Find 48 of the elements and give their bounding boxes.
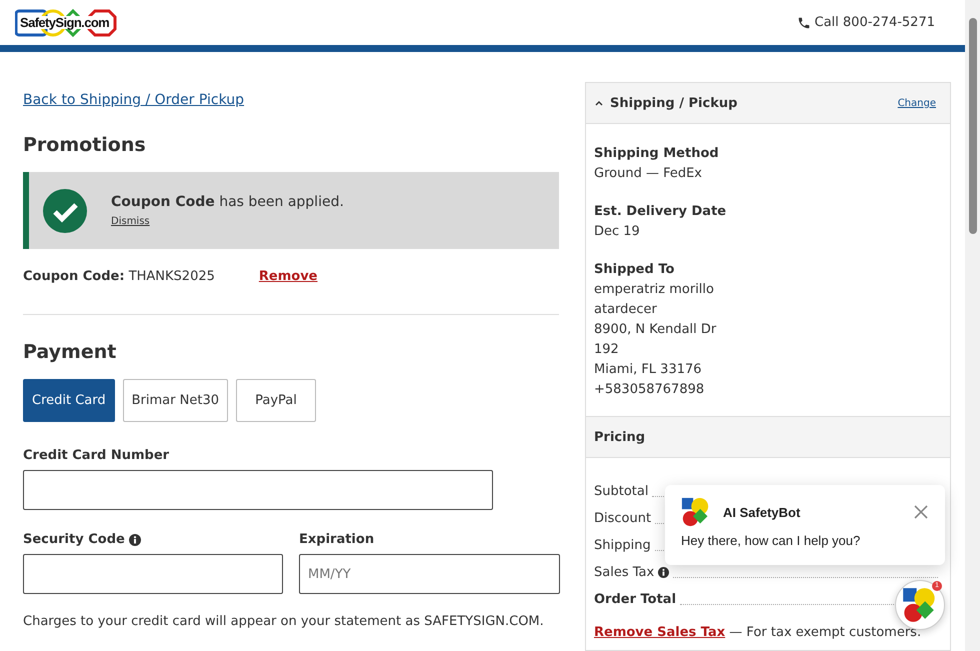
price-label: Shipping: [594, 538, 651, 553]
detail-value: Ground — FedEx: [594, 165, 704, 183]
info-icon: [128, 534, 141, 546]
remove-link[interactable]: Remove: [258, 269, 318, 284]
detail-value: atardecer: [594, 301, 658, 319]
bot-logo-icon: [681, 497, 711, 527]
detail-value: emperatriz morillo: [594, 281, 715, 299]
card-number-field[interactable]: [23, 470, 493, 510]
remove-tax-link[interactable]: Remove Sales Tax: [594, 625, 726, 640]
close-button[interactable]: [913, 504, 929, 520]
check-icon: [43, 188, 87, 232]
price-label: Sales Tax: [594, 565, 654, 580]
chat-message: Hey there, how can I help you?: [681, 533, 862, 548]
logo-text: SafetySign.com: [19, 16, 110, 28]
dismiss-link[interactable]: Dismiss: [111, 216, 344, 227]
panel-title[interactable]: Shipping / Pickup: [610, 96, 738, 110]
detail-label: Shipping Method: [594, 145, 720, 163]
price-label: Discount: [594, 511, 652, 526]
security-code-field[interactable]: [23, 554, 283, 594]
detail-value: 8900, N Kendall Dr: [594, 321, 718, 339]
expiration-field[interactable]: MM/YY: [299, 554, 560, 594]
phone-number[interactable]: Call 800-274-5271: [796, 15, 935, 30]
statement-note: Charges to your credit card will appear on your statement as SAFETYSIGN.COM.: [23, 614, 545, 629]
change-link[interactable]: Change: [898, 98, 936, 108]
section-heading: Payment: [23, 341, 118, 363]
coupon-code: Coupon Code: THANKS2025: [23, 269, 215, 284]
payment-method-tab[interactable]: PayPal: [236, 379, 316, 422]
scrollbar[interactable]: [965, 0, 980, 651]
detail-value: Dec 19: [594, 223, 641, 241]
field-label: Credit Card Number: [23, 448, 170, 463]
alert-message: Coupon Code has been applied.: [111, 194, 344, 210]
back-link[interactable]: Back to Shipping / Order Pickup: [23, 92, 559, 108]
detail-value: 192: [594, 341, 620, 359]
detail-value: Miami, FL 33176: [594, 361, 703, 379]
payment-method-tab[interactable]: Credit Card: [23, 379, 115, 422]
detail-value: +583058767898: [594, 381, 706, 399]
phone-icon: [796, 16, 810, 30]
price-label: Subtotal: [594, 484, 648, 499]
panel-title: Pricing: [594, 430, 646, 444]
section-heading: Promotions: [23, 134, 147, 156]
detail-label: Shipped To: [594, 261, 676, 279]
field-label: Expiration: [299, 532, 376, 547]
price-label: Order Total: [594, 592, 676, 607]
detail-label: Est. Delivery Date: [594, 203, 728, 221]
info-icon: [658, 567, 670, 578]
payment-method-tab[interactable]: Brimar Net30: [122, 379, 228, 422]
chat-title: AI SafetyBot: [723, 504, 802, 520]
field-label: Security Code: [23, 532, 125, 547]
